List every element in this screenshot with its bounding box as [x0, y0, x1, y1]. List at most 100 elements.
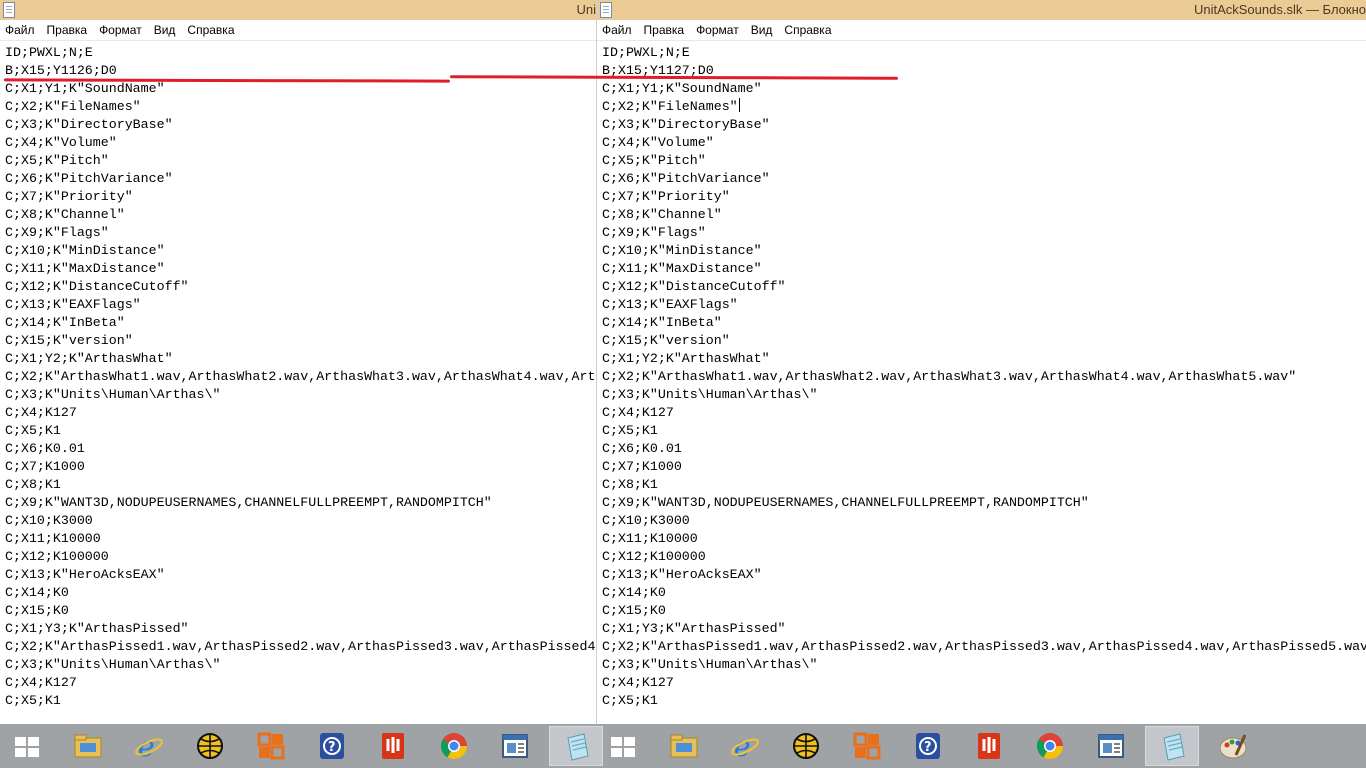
- globe-app-icon: [183, 726, 237, 766]
- svg-text:?: ?: [328, 740, 336, 755]
- pdf-reader-taskbar-button[interactable]: [366, 726, 420, 766]
- file-explorer-taskbar-button[interactable]: [61, 726, 115, 766]
- text-line: C;X2;K"FileNames": [602, 98, 740, 114]
- text-line: C;X4;K"Volume": [602, 135, 714, 150]
- menu-help[interactable]: Справка: [778, 20, 837, 38]
- paint-taskbar-button[interactable]: [1206, 726, 1260, 766]
- window-title: Uni: [576, 2, 596, 17]
- text-line: C;X2;K"ArthasPissed1.wav,ArthasPissed2.w…: [5, 639, 596, 654]
- text-line: C;X7;K1000: [602, 459, 682, 474]
- menu-format[interactable]: Формат: [93, 20, 148, 38]
- menu-file[interactable]: Файл: [597, 20, 638, 38]
- start-taskbar-button[interactable]: [0, 726, 54, 766]
- text-line: C;X11;K"MaxDistance": [602, 261, 762, 276]
- office-app-icon: [244, 726, 298, 766]
- window-app-taskbar-button[interactable]: [1084, 726, 1138, 766]
- text-line: C;X14;K0: [602, 585, 666, 600]
- text-line: C;X9;K"WANT3D,NODUPEUSERNAMES,CHANNELFUL…: [602, 495, 1089, 510]
- menu-help[interactable]: Справка: [181, 20, 240, 38]
- help-taskbar-button[interactable]: ?: [901, 726, 955, 766]
- text-line: C;X3;K"Units\Human\Arthas\": [5, 387, 221, 402]
- notepad-taskbar-button[interactable]: [1145, 726, 1199, 766]
- text-line: C;X3;K"Units\Human\Arthas\": [5, 657, 221, 672]
- text-line: C;X2;K"ArthasWhat1.wav,ArthasWhat2.wav,A…: [5, 369, 596, 384]
- notepad-window-right: UnitAckSounds.slk — Блокно Файл Правка Фор…: [597, 0, 1366, 724]
- text-line: C;X10;K3000: [5, 513, 93, 528]
- window-app-icon: [488, 726, 542, 766]
- text-line: C;X2;K"ArthasWhat1.wav,ArthasWhat2.wav,A…: [602, 369, 1297, 384]
- text-line: C;X4;K127: [5, 675, 77, 690]
- window-app-icon: [1084, 726, 1138, 766]
- file-explorer-taskbar-button[interactable]: [657, 726, 711, 766]
- help-icon: ?: [305, 726, 359, 766]
- paint-icon: [1206, 726, 1260, 766]
- text-line: C;X5;K1: [5, 693, 61, 708]
- text-line: C;X9;K"Flags": [602, 225, 706, 240]
- text-line: C;X12;K"DistanceCutoff": [602, 279, 786, 294]
- notepad-icon: [1146, 727, 1200, 767]
- chrome-taskbar-button[interactable]: [427, 726, 481, 766]
- help-taskbar-button[interactable]: ?: [305, 726, 359, 766]
- internet-explorer-taskbar-button[interactable]: e: [122, 726, 176, 766]
- pdf-reader-taskbar-button[interactable]: [962, 726, 1016, 766]
- svg-text:?: ?: [924, 740, 932, 755]
- text-line: C;X13;K"EAXFlags": [602, 297, 738, 312]
- title-bar[interactable]: Uni: [0, 0, 596, 20]
- globe-app-icon: [779, 726, 833, 766]
- text-line: C;X10;K3000: [602, 513, 690, 528]
- text-line: C;X11;K"MaxDistance": [5, 261, 165, 276]
- text-line: C;X1;Y2;K"ArthasWhat": [5, 351, 173, 366]
- menu-bar: Файл Правка Формат Вид Справка: [597, 20, 1366, 41]
- text-line: C;X13;K"HeroAcksEAX": [5, 567, 165, 582]
- text-line: C;X3;K"Units\Human\Arthas\": [602, 657, 818, 672]
- internet-explorer-icon: e: [122, 726, 176, 766]
- globe-app-taskbar-button[interactable]: [779, 726, 833, 766]
- text-line: C;X12;K100000: [5, 549, 109, 564]
- window-title: UnitAckSounds.slk — Блокно: [1193, 2, 1366, 17]
- text-line: C;X5;K1: [602, 423, 658, 438]
- text-line: C;X6;K0.01: [5, 441, 85, 456]
- window-app-taskbar-button[interactable]: [488, 726, 542, 766]
- text-editor[interactable]: ID;PWXL;N;E B;X15;Y1127;D0 C;X1;Y1;K"Sound…: [597, 41, 1366, 710]
- start-taskbar-button[interactable]: [596, 726, 650, 766]
- text-line: C;X4;K127: [602, 405, 674, 420]
- text-line: C;X12;K"DistanceCutoff": [5, 279, 189, 294]
- office-app-icon: [840, 726, 894, 766]
- menu-view[interactable]: Вид: [148, 20, 182, 38]
- text-line: C;X15;K"version": [602, 333, 730, 348]
- menu-edit[interactable]: Правка: [41, 20, 94, 38]
- globe-app-taskbar-button[interactable]: [183, 726, 237, 766]
- notepad-taskbar-button[interactable]: [549, 726, 603, 766]
- text-line: ID;PWXL;N;E: [602, 45, 690, 60]
- pdf-reader-icon: [366, 726, 420, 766]
- text-line: C;X1;Y1;K"SoundName": [5, 81, 165, 96]
- menu-edit[interactable]: Правка: [638, 20, 691, 38]
- chrome-taskbar-button[interactable]: [1023, 726, 1077, 766]
- text-line: C;X1;Y3;K"ArthasPissed": [602, 621, 786, 636]
- text-line: C;X12;K100000: [602, 549, 706, 564]
- text-editor[interactable]: ID;PWXL;N;E B;X15;Y1126;D0 C;X1;Y1;K"Sound…: [0, 41, 596, 710]
- menu-view[interactable]: Вид: [745, 20, 779, 38]
- text-line: C;X6;K"PitchVariance": [602, 171, 770, 186]
- office-app-taskbar-button[interactable]: [840, 726, 894, 766]
- menu-format[interactable]: Формат: [690, 20, 745, 38]
- chrome-icon: [1023, 726, 1077, 766]
- text-caret: [738, 98, 740, 112]
- start-icon: [596, 726, 650, 766]
- title-bar[interactable]: UnitAckSounds.slk — Блокно: [597, 0, 1366, 20]
- menu-file[interactable]: Файл: [0, 20, 41, 38]
- taskbar: e? e?: [0, 724, 1366, 768]
- text-line: C;X14;K0: [5, 585, 69, 600]
- text-line: C;X4;K127: [602, 675, 674, 690]
- text-line: C;X5;K1: [602, 693, 658, 708]
- text-line: C;X8;K1: [5, 477, 61, 492]
- notepad-window-left: Uni Файл Правка Формат Вид Справка ID;PWXL;N…: [0, 0, 597, 726]
- internet-explorer-taskbar-button[interactable]: e: [718, 726, 772, 766]
- menu-bar: Файл Правка Формат Вид Справка: [0, 20, 596, 41]
- text-line: C;X11;K10000: [602, 531, 698, 546]
- text-line: ID;PWXL;N;E: [5, 45, 93, 60]
- text-line: C;X4;K"Volume": [5, 135, 117, 150]
- text-line: C;X10;K"MinDistance": [602, 243, 762, 258]
- text-line: C;X11;K10000: [5, 531, 101, 546]
- office-app-taskbar-button[interactable]: [244, 726, 298, 766]
